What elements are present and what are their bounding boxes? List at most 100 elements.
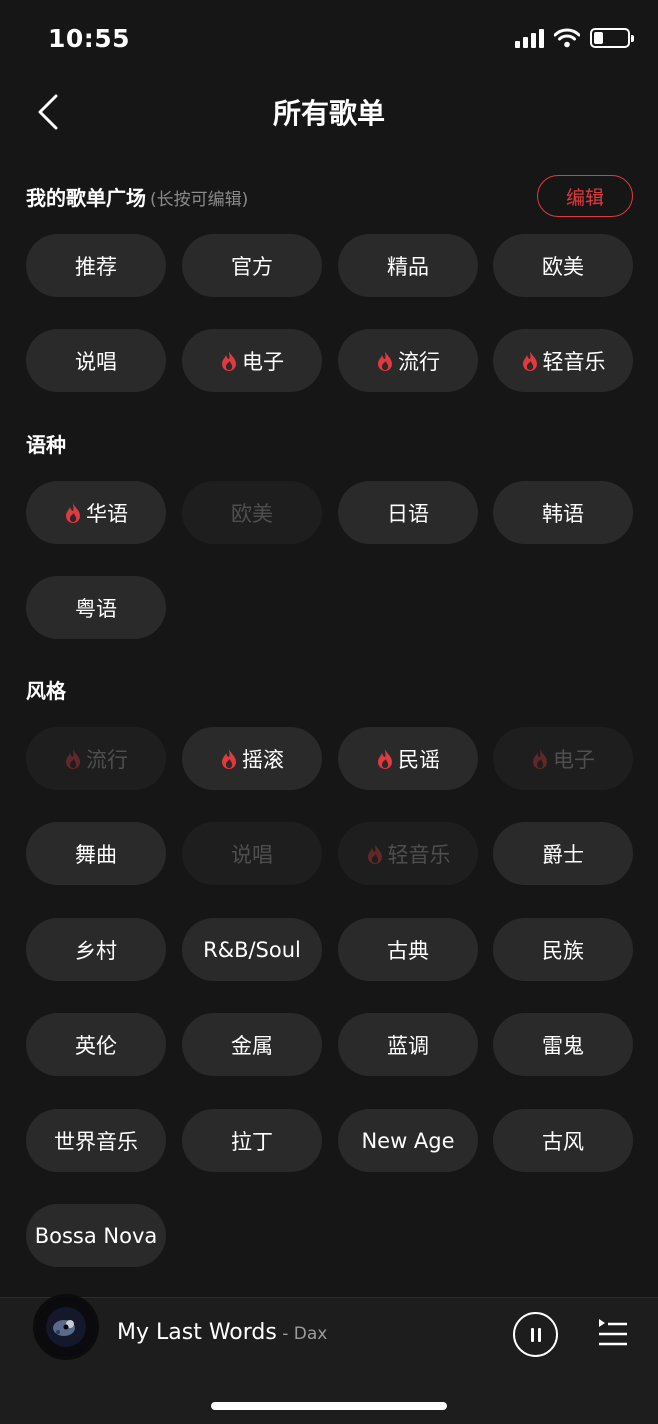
chip-label: 蓝调 bbox=[387, 1033, 429, 1058]
nav-bar: 所有歌单 bbox=[0, 80, 658, 144]
chip[interactable]: 精品 bbox=[338, 234, 478, 297]
song-title: My Last Words bbox=[117, 1320, 277, 1345]
section-my-square-title: 我的歌单广场 bbox=[26, 186, 146, 210]
chip-label: 轻音乐 bbox=[542, 349, 606, 374]
cellular-signal-icon bbox=[515, 28, 544, 48]
chip[interactable]: 韩语 bbox=[493, 481, 633, 544]
chip[interactable]: R&B/Soul bbox=[182, 918, 322, 981]
wifi-icon bbox=[554, 28, 580, 48]
chip[interactable]: 英伦 bbox=[26, 1013, 166, 1076]
chip[interactable]: 官方 bbox=[182, 234, 322, 297]
chip: 流行 bbox=[26, 727, 166, 790]
flame-icon bbox=[378, 350, 392, 371]
chip[interactable]: 说唱 bbox=[26, 329, 166, 392]
flame-icon bbox=[222, 350, 236, 371]
battery-icon bbox=[590, 28, 634, 48]
status-icons bbox=[515, 28, 634, 48]
chip: 说唱 bbox=[182, 822, 322, 885]
section-style-heading: 风格 bbox=[26, 679, 66, 703]
chip[interactable]: 雷鬼 bbox=[493, 1013, 633, 1076]
chip-label: 古典 bbox=[387, 938, 429, 963]
chip-label: 流行 bbox=[86, 747, 128, 772]
chip[interactable]: 乡村 bbox=[26, 918, 166, 981]
chip[interactable]: 轻音乐 bbox=[493, 329, 633, 392]
flame-icon bbox=[533, 748, 547, 769]
chip-label: 民族 bbox=[542, 938, 584, 963]
chip-label: 华语 bbox=[86, 501, 128, 526]
chip-label: 官方 bbox=[231, 254, 273, 279]
now-playing-info[interactable]: My Last Words - Dax bbox=[117, 1320, 327, 1345]
chip[interactable]: 电子 bbox=[182, 329, 322, 392]
chip-label: 舞曲 bbox=[75, 842, 117, 867]
chip[interactable]: 民谣 bbox=[338, 727, 478, 790]
song-artist: - Dax bbox=[276, 1324, 328, 1344]
chip-label: 粤语 bbox=[75, 596, 117, 621]
chip[interactable]: 推荐 bbox=[26, 234, 166, 297]
chip-label: 说唱 bbox=[231, 842, 273, 867]
chip[interactable]: 舞曲 bbox=[26, 822, 166, 885]
chip-label: 拉丁 bbox=[231, 1129, 273, 1154]
chip-label: 摇滚 bbox=[242, 747, 284, 772]
chip[interactable]: New Age bbox=[338, 1109, 478, 1172]
section-language-heading: 语种 bbox=[26, 433, 66, 457]
chip-label: R&B/Soul bbox=[203, 937, 301, 962]
chip[interactable]: 拉丁 bbox=[182, 1109, 322, 1172]
flame-icon bbox=[66, 502, 80, 523]
flame-icon bbox=[378, 748, 392, 769]
pause-button[interactable] bbox=[513, 1312, 558, 1357]
status-time: 10:55 bbox=[48, 24, 131, 53]
album-art[interactable] bbox=[33, 1294, 99, 1360]
chip-label: 民谣 bbox=[398, 747, 440, 772]
chip-label: 精品 bbox=[387, 254, 429, 279]
chip-label: Bossa Nova bbox=[34, 1223, 158, 1248]
chip[interactable]: 蓝调 bbox=[338, 1013, 478, 1076]
flame-icon bbox=[66, 748, 80, 769]
chip-label: 古风 bbox=[542, 1129, 584, 1154]
chip-label: 欧美 bbox=[231, 501, 273, 526]
chip-label: 推荐 bbox=[75, 254, 117, 279]
status-bar: 10:55 bbox=[0, 0, 658, 80]
chip[interactable]: 欧美 bbox=[493, 234, 633, 297]
chip-label: 电子 bbox=[242, 349, 284, 374]
chip-label: 韩语 bbox=[542, 501, 584, 526]
chip[interactable]: 流行 bbox=[338, 329, 478, 392]
chip-label: 欧美 bbox=[542, 254, 584, 279]
pause-icon-bar bbox=[537, 1327, 541, 1342]
chip: 轻音乐 bbox=[338, 822, 478, 885]
chip[interactable]: 古风 bbox=[493, 1109, 633, 1172]
playlist-icon[interactable] bbox=[597, 1316, 629, 1350]
flame-icon bbox=[367, 843, 382, 864]
chip-label: 电子 bbox=[553, 747, 595, 772]
chip-label: New Age bbox=[361, 1128, 455, 1153]
chip-label: 轻音乐 bbox=[387, 842, 451, 867]
screen: 10:55 所有歌单 我的歌单广场 (长按可编辑) 编辑 推荐 官方 精品 欧美 说唱 电子… bbox=[0, 0, 658, 1424]
home-indicator bbox=[211, 1402, 447, 1410]
chip: 电子 bbox=[493, 727, 633, 790]
chip-label: 世界音乐 bbox=[54, 1129, 138, 1154]
chip[interactable]: 金属 bbox=[182, 1013, 322, 1076]
pause-icon bbox=[530, 1327, 534, 1342]
chip-label: 乡村 bbox=[75, 938, 117, 963]
chip[interactable]: 世界音乐 bbox=[26, 1109, 166, 1172]
page-title: 所有歌单 bbox=[272, 97, 385, 130]
chip-label: 日语 bbox=[387, 501, 429, 526]
chip[interactable]: 民族 bbox=[493, 918, 633, 981]
chip-label: 雷鬼 bbox=[542, 1033, 584, 1058]
chip[interactable]: 粤语 bbox=[26, 576, 166, 639]
flame-icon bbox=[222, 748, 236, 769]
chip[interactable]: 摇滚 bbox=[182, 727, 322, 790]
chip-label: 爵士 bbox=[542, 842, 584, 867]
chip: 欧美 bbox=[182, 481, 322, 544]
chip[interactable]: 古典 bbox=[338, 918, 478, 981]
chip[interactable]: 爵士 bbox=[493, 822, 633, 885]
chip[interactable]: Bossa Nova bbox=[26, 1204, 166, 1267]
edit-button[interactable]: 编辑 bbox=[537, 175, 633, 217]
chip-label: 金属 bbox=[231, 1033, 273, 1058]
chip-label: 流行 bbox=[398, 349, 440, 374]
chip[interactable]: 华语 bbox=[26, 481, 166, 544]
chip-label: 英伦 bbox=[75, 1033, 117, 1058]
section-my-square-heading: 我的歌单广场 (长按可编辑) bbox=[26, 182, 248, 211]
section-my-square-hint: (长按可编辑) bbox=[150, 190, 249, 210]
chip[interactable]: 日语 bbox=[338, 481, 478, 544]
flame-icon bbox=[522, 350, 537, 371]
